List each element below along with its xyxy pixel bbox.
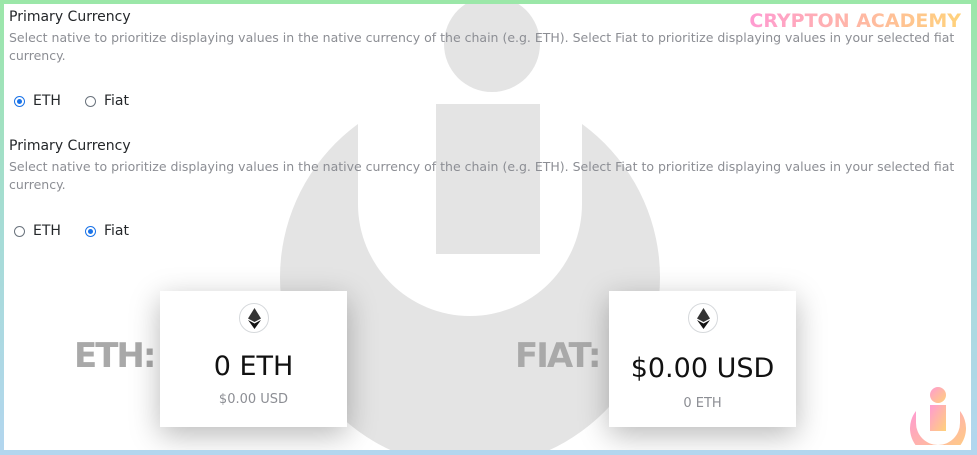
radio-eth[interactable]: ETH: [14, 93, 61, 109]
secondary-balance: 0 ETH: [683, 396, 722, 411]
currency-radio-group-2: ETH Fiat: [14, 223, 153, 239]
primary-balance: 0 ETH: [213, 351, 294, 382]
radio-button[interactable]: [14, 95, 25, 107]
section-title: Primary Currency: [9, 138, 131, 154]
primary-currency-section-1: Primary Currency Select native to priori…: [9, 9, 964, 65]
primary-balance: $0.00 USD: [630, 353, 775, 384]
radio-button[interactable]: [84, 225, 96, 237]
radio-fiat[interactable]: Fiat: [84, 223, 129, 239]
radio-label: Fiat: [103, 223, 129, 239]
section-description: Select native to prioritize displaying v…: [9, 159, 955, 192]
radio-label: Fiat: [103, 93, 129, 109]
fiat-balance-card: $0.00 USD 0 ETH: [609, 291, 796, 427]
radio-label: ETH: [33, 93, 61, 109]
radio-eth[interactable]: ETH: [14, 223, 61, 239]
radio-label: ETH: [33, 223, 61, 239]
currency-radio-group-1: ETH Fiat: [14, 93, 153, 109]
eth-example-label: ETH:: [74, 336, 156, 376]
crypton-logo-icon: [910, 387, 966, 445]
ethereum-icon: [688, 303, 718, 333]
secondary-balance: $0.00 USD: [218, 392, 289, 407]
radio-fiat[interactable]: Fiat: [84, 93, 129, 109]
fiat-example-label: FIAT:: [515, 336, 601, 376]
section-title: Primary Currency: [9, 9, 131, 25]
eth-balance-card: 0 ETH $0.00 USD: [160, 291, 347, 427]
section-description: Select native to prioritize displaying v…: [9, 30, 955, 63]
radio-button[interactable]: [14, 225, 25, 237]
radio-button[interactable]: [84, 95, 96, 107]
ethereum-icon: [239, 303, 269, 333]
primary-currency-section-2: Primary Currency Select native to priori…: [9, 138, 964, 194]
settings-panel: CRYPTON ACADEMY Primary Currency Select …: [4, 4, 971, 450]
